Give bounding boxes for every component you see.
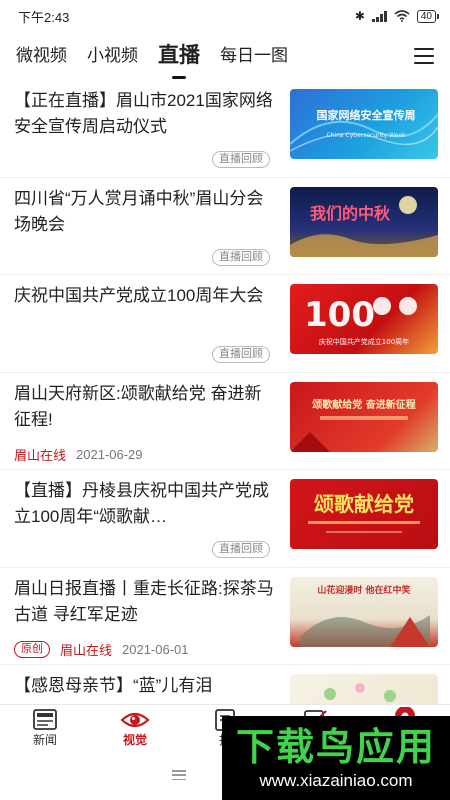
replay-badge[interactable]: 直播回顾 <box>212 248 270 266</box>
menu-icon[interactable] <box>414 48 434 64</box>
feed-item[interactable]: 庆祝中国共产党成立100周年大会 直播回顾 100 庆祝中国共产党成立100周年 <box>0 275 450 373</box>
feed-item-title: 【感恩母亲节】“蓝”儿有泪 <box>14 676 213 695</box>
feed-item-meta: 眉山在线 2021-06-29 <box>14 445 143 464</box>
nav-visual[interactable]: 视觉 <box>90 705 180 750</box>
replay-badge[interactable]: 直播回顾 <box>212 151 270 168</box>
tab-micro-video[interactable]: 微视频 <box>16 42 67 70</box>
feed-item[interactable]: 眉山天府新区:颂歌献给党 奋进新征程! 眉山在线 2021-06-29 颂歌献给… <box>0 373 450 470</box>
feed-thumbnail[interactable]: 我们的中秋 <box>290 186 438 257</box>
replay-badge[interactable]: 直播回顾 <box>212 346 270 363</box>
signal-icon <box>371 10 387 22</box>
original-badge: 原创 <box>14 640 50 658</box>
news-icon <box>33 709 57 730</box>
feed-item-title: 【正在直播】眉山市2021国家网络安全宣传周启动仪式 <box>14 91 273 136</box>
thumb-text: 颂歌献给党 <box>314 492 414 516</box>
thumb-subtext: China Cybersecurity Week <box>326 132 406 139</box>
wifi-icon <box>394 10 410 22</box>
feed-item[interactable]: 【正在直播】眉山市2021国家网络安全宣传周启动仪式 直播回顾 国家网络安全宣传… <box>0 80 450 178</box>
watermark-name: 下载鸟应用 <box>235 727 436 769</box>
status-time: 下午2:43 <box>18 9 70 25</box>
feed-item-title: 庆祝中国共产党成立100周年大会 <box>14 286 264 305</box>
status-icons: ✱ 40 <box>354 9 440 23</box>
feed-item[interactable]: 【直播】丹棱县庆祝中国共产党成立100周年“颂歌献… 直播回顾 颂歌献给党 <box>0 470 450 568</box>
bluetooth-icon: ✱ <box>354 9 365 23</box>
tab-daily-image[interactable]: 每日一图 <box>220 42 288 70</box>
feed-item-title: 眉山日报直播丨重走长征路:探茶马古道 寻红军足迹 <box>14 578 274 624</box>
tab-live[interactable]: 直播 <box>158 42 200 79</box>
feed-item-title: 【直播】丹棱县庆祝中国共产党成立100周年“颂歌献… <box>14 481 269 526</box>
nav-news[interactable]: 新闻 <box>0 705 90 750</box>
thumb-text: 颂歌献给党 奋进新征程 <box>312 398 415 411</box>
replay-badge[interactable]: 直播回顾 <box>212 541 270 558</box>
status-bar: 下午2:43 ✱ 40 <box>0 0 450 32</box>
source-label: 眉山在线 <box>60 642 113 658</box>
feed-thumbnail[interactable]: 国家网络安全宣传周 China Cybersecurity Week <box>290 89 438 159</box>
thumb-text: 庆祝中国共产党成立100周年 <box>319 337 409 346</box>
live-feed-list: 【正在直播】眉山市2021国家网络安全宣传周启动仪式 直播回顾 国家网络安全宣传… <box>0 80 450 704</box>
tab-short-video[interactable]: 小视频 <box>87 42 138 70</box>
date-label: 2021-06-01 <box>122 641 189 657</box>
feed-item-title: 眉山天府新区:颂歌献给党 奋进新征程! <box>14 383 262 429</box>
nav-label: 新闻 <box>32 733 57 747</box>
feed-thumbnail[interactable]: 100 庆祝中国共产党成立100周年 <box>290 284 438 354</box>
channel-tabs: 微视频 小视频 直播 每日一图 <box>0 32 450 80</box>
thumb-text: 国家网络安全宣传周 <box>317 108 416 122</box>
source-label: 眉山在线 <box>14 447 67 463</box>
thumb-text: 我们的中秋 <box>310 204 391 223</box>
thumb-text: 山花迎漫时 他在红中笑 <box>317 584 410 596</box>
feed-thumbnail[interactable]: 山花迎漫时 他在红中笑 <box>290 576 438 647</box>
eye-icon <box>120 712 150 728</box>
nav-label: 视觉 <box>122 733 147 747</box>
date-label: 2021-06-29 <box>76 446 143 462</box>
watermark-url: www.xiazainiao.com <box>259 771 413 790</box>
system-menu-icon[interactable] <box>172 770 186 780</box>
battery-indicator: 40 <box>416 9 440 23</box>
feed-item-meta: 原创 眉山在线 2021-06-01 <box>14 640 189 659</box>
feed-thumbnail[interactable]: 颂歌献给党 奋进新征程 <box>290 381 438 452</box>
feed-thumbnail[interactable] <box>290 674 438 704</box>
svg-text:100: 100 <box>304 295 375 335</box>
watermark-logo: 下载鸟应用 www.xiazainiao.com <box>222 716 450 800</box>
feed-item[interactable]: 【感恩母亲节】“蓝”儿有泪 <box>0 665 450 704</box>
feed-thumbnail[interactable]: 颂歌献给党 <box>290 479 438 549</box>
feed-item[interactable]: 眉山日报直播丨重走长征路:探茶马古道 寻红军足迹 原创 眉山在线 2021-06… <box>0 568 450 665</box>
feed-item[interactable]: 四川省“万人赏月诵中秋”眉山分会场晚会 直播回顾 我们的中秋 <box>0 178 450 275</box>
feed-item-title: 四川省“万人赏月诵中秋”眉山分会场晚会 <box>14 188 264 234</box>
